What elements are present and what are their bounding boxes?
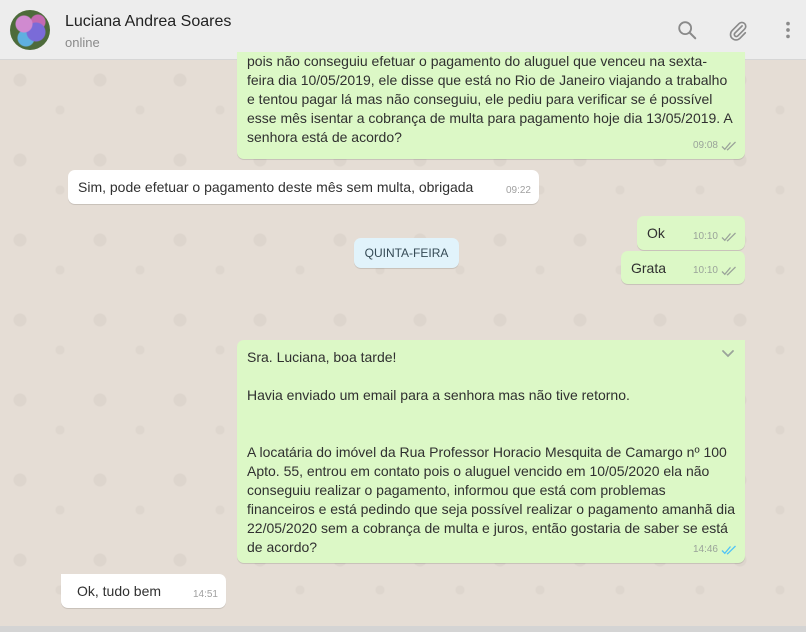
message-time: 09:22 [505, 185, 531, 196]
search-icon[interactable] [676, 19, 698, 41]
message-meta: 14:46 [693, 540, 737, 559]
message-incoming[interactable]: Ok, tudo bem 14:51 [61, 574, 226, 608]
attach-icon[interactable] [727, 19, 749, 41]
message-time: 10:10 [692, 231, 718, 242]
message-incoming[interactable]: Sim, pode efetuar o pagamento deste mês … [68, 170, 539, 204]
message-outgoing[interactable]: Grata 10:10 [621, 251, 745, 284]
message-text: Ok, tudo bem [77, 583, 162, 599]
message-meta: 09:22 [506, 181, 531, 200]
message-meta: 10:10 [693, 227, 737, 246]
double-check-icon [721, 266, 736, 276]
contact-status: online [65, 35, 100, 50]
chevron-down-icon[interactable] [721, 349, 735, 359]
message-outgoing[interactable]: pois não conseguiu efetuar o pagamento d… [237, 52, 745, 159]
contact-name[interactable]: Luciana Andrea Soares [65, 13, 231, 31]
message-meta: 10:10 [693, 261, 737, 280]
message-time: 14:46 [692, 544, 718, 555]
message-text: pois não conseguiu efetuar o pagamento d… [247, 53, 733, 145]
message-outgoing[interactable]: Sra. Luciana, boa tarde! Havia enviado u… [237, 340, 745, 563]
message-time: 10:10 [692, 265, 718, 276]
message-time: 14:51 [192, 589, 218, 600]
composer-edge [0, 626, 806, 632]
message-text: Sim, pode efetuar o pagamento deste mês … [78, 179, 474, 195]
contact-avatar[interactable] [10, 10, 50, 50]
chat-header: Luciana Andrea Soares online [0, 0, 806, 60]
message-meta: 14:51 [193, 585, 218, 604]
menu-icon[interactable] [777, 19, 799, 41]
double-check-icon [721, 141, 736, 151]
message-time: 09:08 [692, 140, 718, 151]
day-separator: QUINTA-FEIRA [354, 238, 459, 268]
message-text: Sra. Luciana, boa tarde! Havia enviado u… [247, 349, 735, 555]
double-check-icon [721, 545, 736, 555]
double-check-icon [721, 232, 736, 242]
message-meta: 09:08 [693, 136, 737, 155]
message-outgoing[interactable]: Ok 10:10 [637, 216, 745, 250]
